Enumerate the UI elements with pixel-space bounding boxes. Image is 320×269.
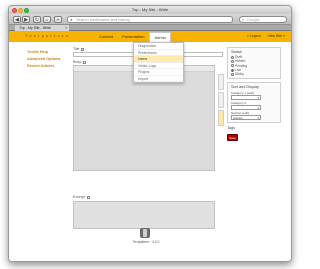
excerpt-label: Excerpt: [73, 195, 90, 199]
url-input[interactable]: ● Search bookmarks and history: [67, 16, 233, 23]
back-button[interactable]: ◀: [13, 16, 21, 23]
help-icon[interactable]: [81, 47, 85, 51]
url-placeholder: Search bookmarks and history: [76, 17, 131, 22]
site-title: T e x t p a t t e r n: [25, 34, 69, 38]
radio-icon: [231, 59, 234, 63]
section-select[interactable]: articles ▾: [231, 115, 261, 121]
logout-link[interactable]: » Logout: [247, 34, 261, 38]
nav-presentation[interactable]: Presentation: [118, 31, 148, 42]
sort-display-title: Sort and Display: [231, 85, 259, 90]
home-button[interactable]: ⌂: [43, 16, 51, 23]
forward-button[interactable]: ▶: [22, 16, 30, 23]
radio-selected-icon: [231, 68, 234, 72]
tab-preview[interactable]: [218, 110, 224, 126]
search-placeholder: Google: [247, 17, 260, 22]
radio-icon: [231, 55, 234, 59]
view-mode-tabs: [218, 74, 224, 128]
chevron-down-icon: ▾: [257, 96, 259, 101]
status-option-sticky[interactable]: Sticky: [231, 72, 277, 76]
globe-icon: ●: [70, 17, 73, 22]
save-button[interactable]: Save: [227, 134, 238, 142]
tab-text[interactable]: [218, 74, 224, 90]
help-icon[interactable]: [86, 195, 90, 199]
zoom-window-button[interactable]: [24, 8, 29, 13]
recent-articles-link[interactable]: Recent Articles: [27, 64, 69, 69]
chevron-down-icon: ▾: [257, 116, 259, 121]
excerpt-label-text: Excerpt: [73, 195, 85, 199]
window-title: Txp - My Site - Write: [131, 7, 169, 12]
nav-content[interactable]: Content: [95, 31, 117, 42]
search-input[interactable]: ⌕ Google: [239, 16, 287, 23]
tab-label: Txp - My Site - Write: [19, 26, 51, 30]
advanced-options-link[interactable]: Advanced Options: [27, 57, 69, 62]
body-label-text: Body: [73, 60, 81, 64]
help-icon[interactable]: [82, 60, 86, 64]
left-sidebar: Textile Help Advanced Options Recent Art…: [27, 50, 69, 71]
nav-admin[interactable]: Admin: [149, 32, 171, 42]
sort-display-panel: Sort and Display Category 1 [edit] ▾ Cat…: [227, 82, 281, 124]
status-option-label: Sticky: [235, 72, 244, 77]
category2-select[interactable]: ▾: [231, 105, 261, 111]
close-window-button[interactable]: [12, 8, 17, 13]
window-titlebar: Txp - My Site - Write: [9, 6, 291, 14]
tags-label: Tags: [227, 126, 236, 131]
add-bookmark-button[interactable]: +: [54, 16, 62, 23]
main-nav: Content Presentation Admin: [95, 31, 171, 42]
textpattern-logo-icon: [140, 228, 150, 238]
textile-help-link[interactable]: Textile Help: [27, 50, 69, 55]
radio-icon: [231, 64, 234, 68]
category1-select[interactable]: ▾: [231, 95, 261, 101]
browser-toolbar: ◀ ▶ ↻ ⌂ + ● Search bookmarks and history…: [9, 14, 291, 25]
right-sidebar: Status Draft Hidden Pending Live Sticky …: [227, 47, 281, 142]
reload-button[interactable]: ↻: [33, 16, 41, 23]
app-header: T e x t p a t t e r n Content Presentati…: [9, 31, 291, 42]
search-icon: ⌕: [242, 17, 245, 22]
browser-window: Txp - My Site - Write ◀ ▶ ↻ ⌂ + ● Search…: [8, 5, 292, 262]
tab-html[interactable]: [218, 92, 224, 108]
menu-item-import[interactable]: Import: [134, 76, 183, 82]
minimize-window-button[interactable]: [18, 8, 23, 13]
footer-version: Textpattern · 4.2.0: [132, 240, 160, 244]
title-label-text: Title: [73, 47, 80, 51]
header-right-links: » Logout View Site »: [241, 31, 285, 42]
section-value: articles: [233, 116, 243, 121]
excerpt-textarea[interactable]: [73, 201, 215, 229]
chevron-down-icon: ▾: [257, 106, 259, 111]
status-panel: Status Draft Hidden Pending Live Sticky: [227, 47, 281, 80]
radio-icon: [231, 72, 234, 76]
admin-dropdown-menu: Diagnostics Preferences Users Visitor Lo…: [133, 42, 184, 83]
page-content: T e x t p a t t e r n Content Presentati…: [9, 31, 291, 261]
view-site-link[interactable]: View Site »: [268, 34, 285, 38]
